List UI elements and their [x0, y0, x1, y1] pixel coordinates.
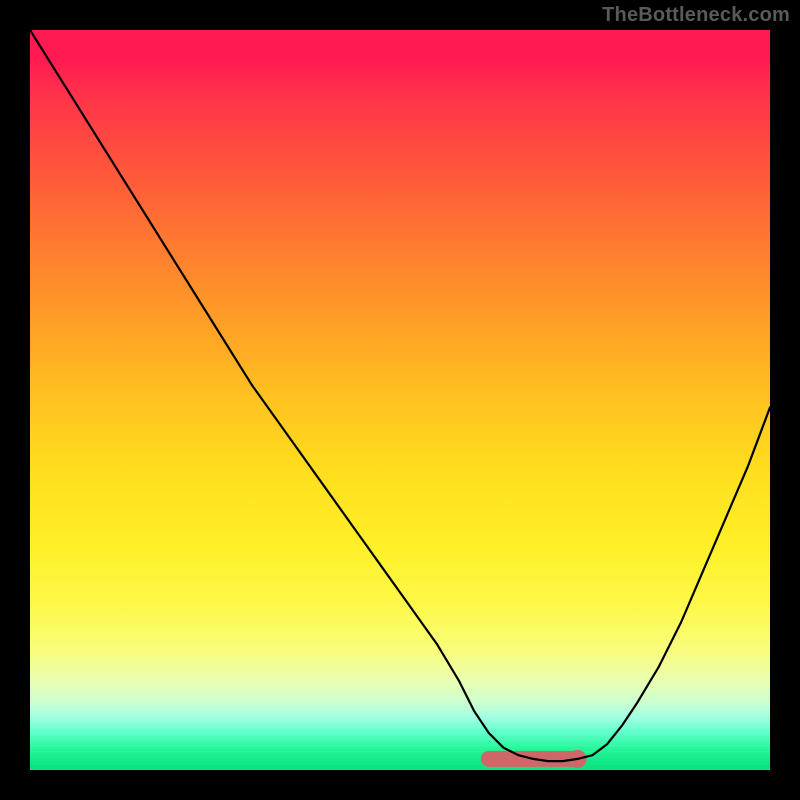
chart-frame: TheBottleneck.com — [0, 0, 800, 800]
curve-layer — [30, 30, 770, 770]
watermark-text: TheBottleneck.com — [602, 4, 790, 27]
plot-area — [30, 30, 770, 770]
bottleneck-curve — [30, 30, 770, 761]
